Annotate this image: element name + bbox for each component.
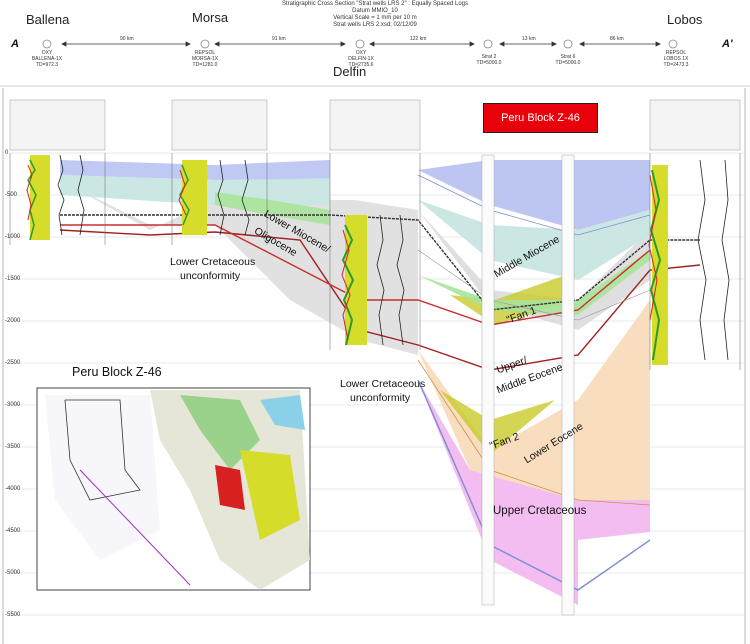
log-panel-lobos (648, 99, 741, 370)
inset-map (36, 387, 311, 591)
label-unconformity-1: unconformity (180, 270, 241, 282)
label-upper-cretaceous: Upper Cretaceous (493, 505, 587, 517)
depth-tick-label: -5500 (5, 612, 21, 618)
depth-tick-label: -4000 (5, 486, 21, 492)
strat-well-6 (561, 154, 575, 616)
cross-section-graphic (0, 39, 750, 644)
strat-well-2 (481, 154, 495, 606)
label-unconformity-2: unconformity (350, 392, 411, 404)
title-box: Peru Block Z-46 (483, 103, 598, 133)
depth-tick-label: -3500 (5, 444, 21, 450)
inset-map-title: Peru Block Z-46 (72, 365, 162, 379)
depth-tick-label: -3000 (5, 402, 21, 408)
depth-tick-label: -2000 (5, 318, 21, 324)
depth-tick-label: 0 (5, 150, 9, 156)
label-lower-cretaceous-1: Lower Cretaceous (170, 256, 256, 268)
depth-tick-label: -500 (5, 192, 18, 198)
depth-tick-label: -1500 (5, 276, 21, 282)
depth-tick-label: -2500 (5, 360, 21, 366)
cross-section-figure: Stratigraphic Cross Section "Strat wells… (0, 0, 750, 644)
label-lower-cretaceous-2: Lower Cretaceous (340, 378, 426, 390)
distance-arrows (61, 41, 661, 47)
depth-tick-label: -4500 (5, 528, 21, 534)
depth-tick-label: -1000 (5, 234, 21, 240)
depth-tick-label: -5000 (5, 570, 21, 576)
